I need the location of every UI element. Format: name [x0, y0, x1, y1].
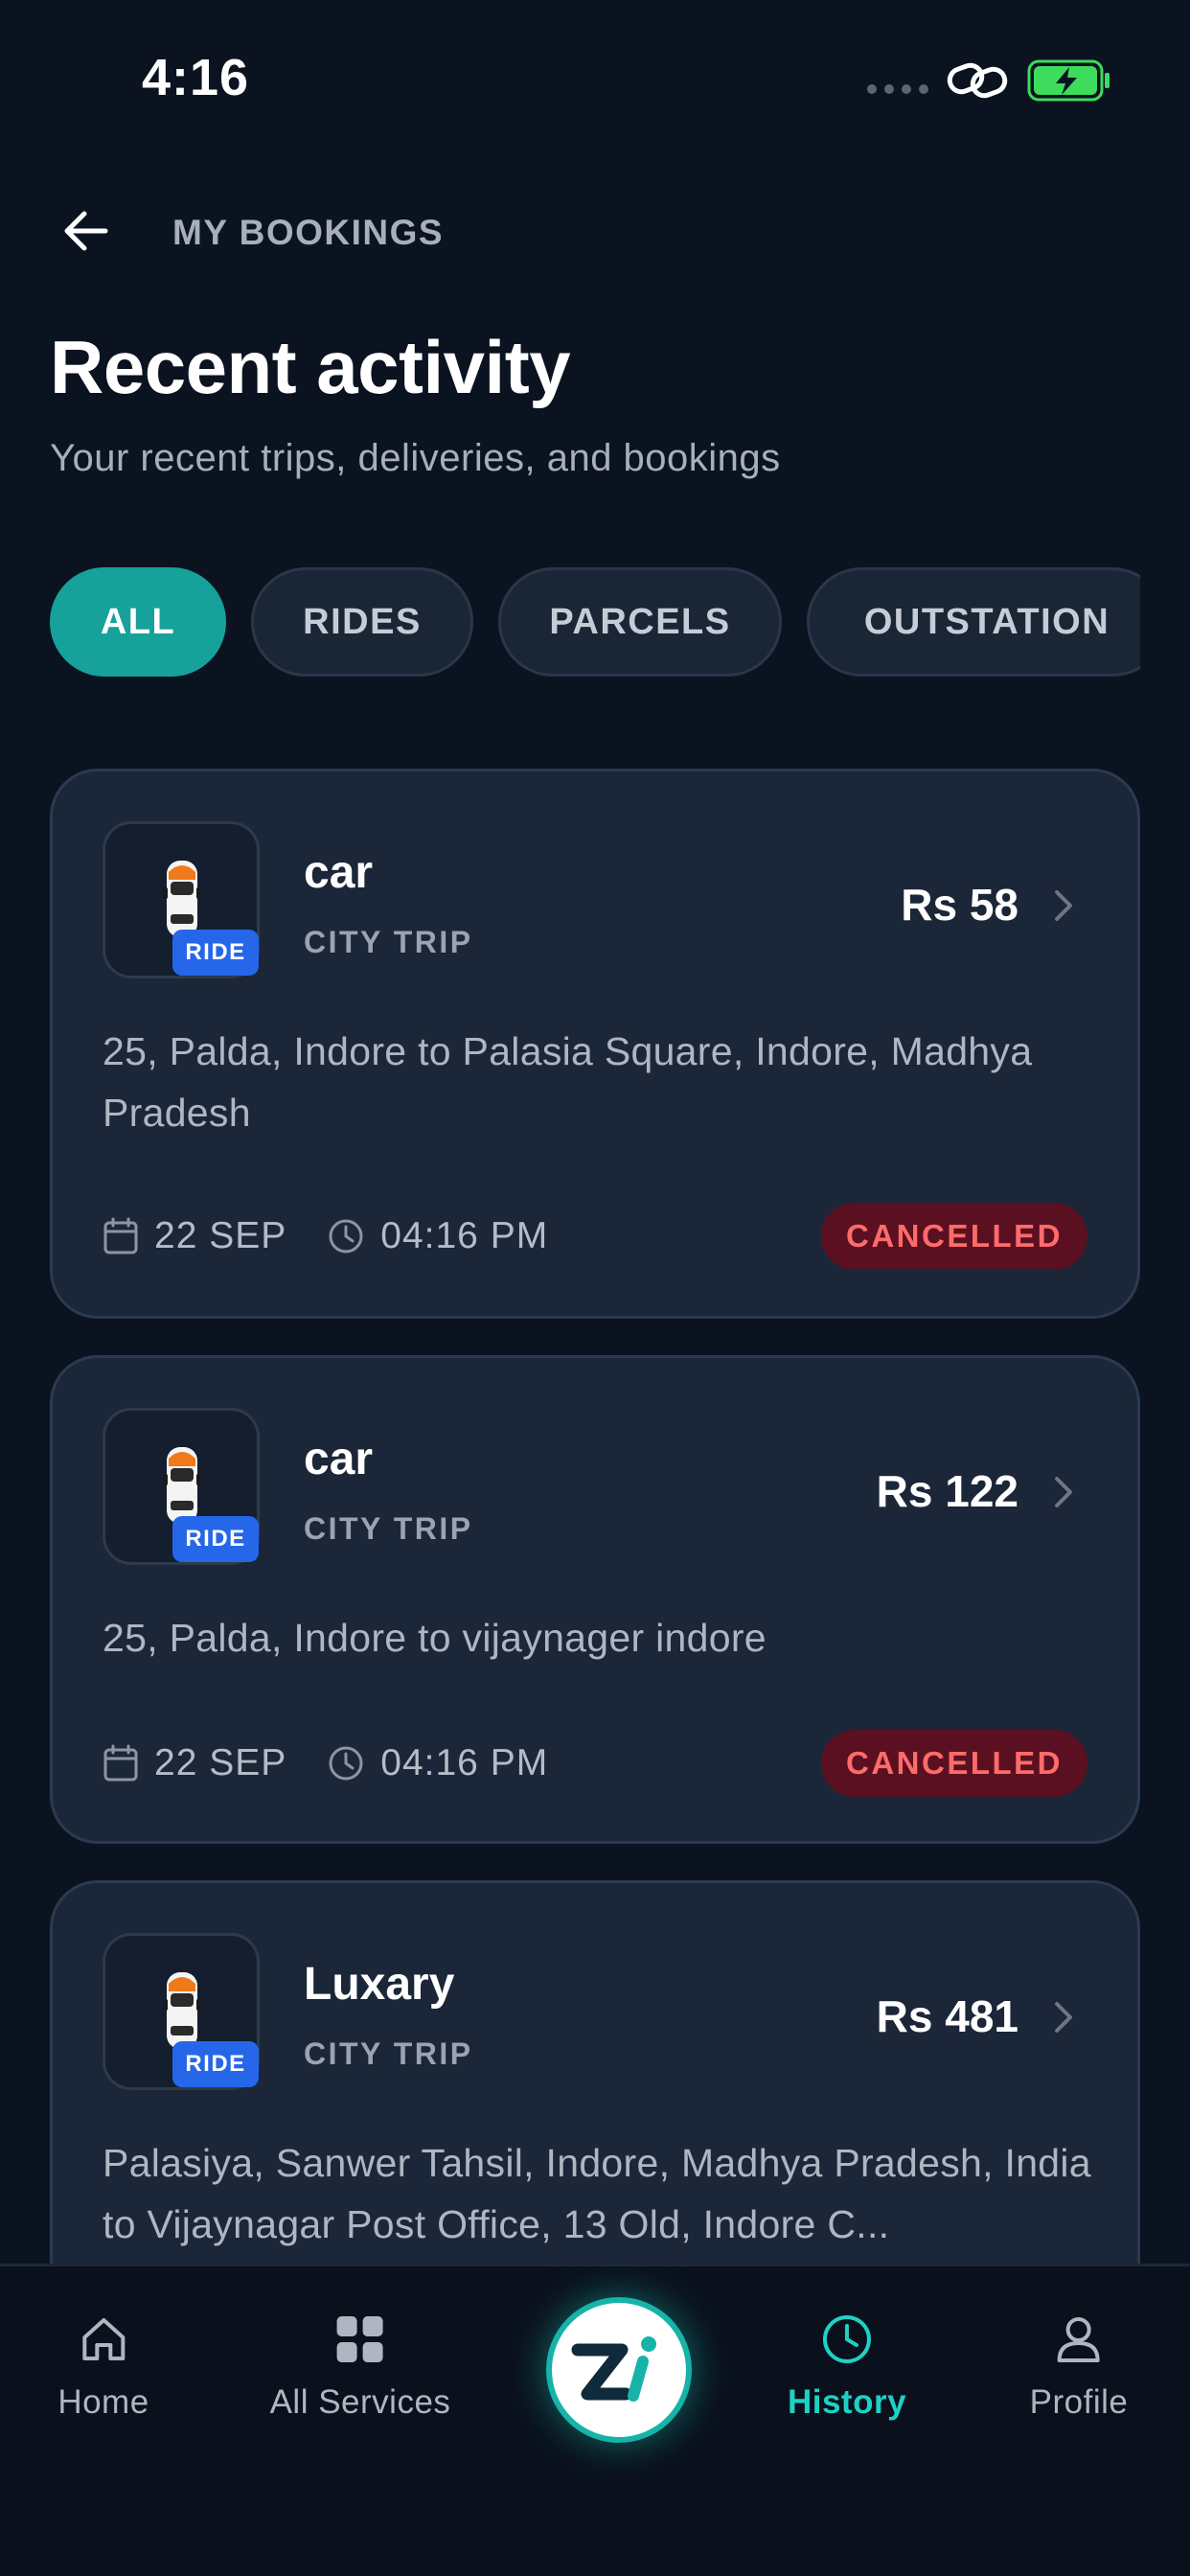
header-label: MY BOOKINGS: [172, 213, 445, 252]
status-badge: CANCELLED: [821, 1203, 1087, 1270]
page-subtitle: Your recent trips, deliveries, and booki…: [50, 437, 781, 479]
trip-type: CITY TRIP: [304, 925, 473, 959]
status-bar: 4:16: [0, 0, 1190, 144]
status-time: 4:16: [142, 49, 250, 106]
clock-icon: [329, 1219, 363, 1254]
signal-icon: [867, 84, 928, 94]
nav-history[interactable]: History: [788, 2312, 906, 2422]
booking-card[interactable]: RIDE car CITY TRIP Rs 122 25, Palda, Ind…: [50, 1355, 1140, 1844]
trip-date: 22 SEP: [154, 1742, 287, 1783]
filter-chip-outstation[interactable]: OUTSTATION: [807, 567, 1140, 677]
trip-time: 04:16 PM: [380, 1742, 549, 1783]
zi-logo: [571, 2336, 656, 2402]
bottom-nav: Home All Services History Profile: [0, 2264, 1190, 2576]
home-icon: [82, 2318, 125, 2360]
nav-label: Home: [57, 2383, 149, 2421]
trip-type: CITY TRIP: [304, 2036, 473, 2071]
vehicle-name: Luxary: [304, 1959, 455, 2010]
clock-icon: [329, 1746, 363, 1781]
ride-tag: RIDE: [172, 1516, 259, 1562]
nav-label: History: [787, 2383, 907, 2421]
fare-amount: Rs 58: [901, 880, 1018, 930]
filter-chips: ALL RIDES PARCELS OUTSTATION: [50, 567, 1140, 677]
clock-icon: [823, 2315, 871, 2363]
filter-chip-rides[interactable]: RIDES: [251, 567, 473, 677]
status-badge: CANCELLED: [821, 1730, 1087, 1797]
page-title: Recent activity: [50, 325, 571, 409]
ride-tag: RIDE: [172, 2041, 259, 2087]
arrow-left-icon: [64, 211, 108, 251]
ride-tag: RIDE: [172, 930, 259, 976]
nav-profile[interactable]: Profile: [1030, 2312, 1129, 2422]
car-icon: [163, 1972, 201, 2049]
chevron-right-icon: [1055, 2002, 1072, 2033]
nav-all-services[interactable]: All Services: [270, 2312, 451, 2422]
chevron-right-icon: [1055, 890, 1072, 921]
trip-address: 25, Palda, Indore to vijaynager indore: [103, 1616, 767, 1660]
vehicle-thumbnail: RIDE: [103, 1933, 260, 2090]
battery-icon: [1027, 59, 1110, 102]
calendar-icon: [103, 1744, 138, 1782]
trip-date: 22 SEP: [154, 1215, 287, 1256]
vehicle-thumbnail: RIDE: [103, 821, 260, 978]
vehicle-name: car: [304, 847, 374, 898]
booking-card[interactable]: RIDE car CITY TRIP Rs 58 25, Palda, Indo…: [50, 769, 1140, 1319]
trip-meta: 22 SEP 04:16 PM: [103, 1730, 548, 1797]
trip-address: Palasiya, Sanwer Tahsil, Indore, Madhya …: [103, 2141, 1091, 2246]
nav-home[interactable]: Home: [57, 2312, 149, 2422]
vehicle-thumbnail: RIDE: [103, 1408, 260, 1565]
link-icon: [947, 62, 1008, 99]
back-button[interactable]: [56, 201, 115, 261]
calendar-icon: [103, 1217, 138, 1254]
grid-icon: [336, 2316, 383, 2362]
car-icon: [163, 861, 201, 937]
trip-time: 04:16 PM: [380, 1215, 549, 1256]
filter-chip-parcels[interactable]: PARCELS: [498, 567, 782, 677]
user-icon: [1058, 2317, 1100, 2362]
car-icon: [163, 1447, 201, 1524]
nav-label: Profile: [1029, 2383, 1129, 2421]
trip-address: 25, Palda, Indore to Palasia Square, Ind…: [103, 1029, 1033, 1135]
filter-chip-all[interactable]: ALL: [50, 567, 226, 677]
nav-label: All Services: [269, 2383, 451, 2421]
chevron-right-icon: [1055, 1477, 1072, 1507]
fare-amount: Rs 481: [876, 1991, 1018, 2041]
trip-meta: 22 SEP 04:16 PM: [103, 1203, 548, 1270]
zi-home-button[interactable]: [546, 2297, 692, 2443]
fare-amount: Rs 122: [876, 1466, 1018, 1516]
vehicle-name: car: [304, 1434, 374, 1484]
trip-type: CITY TRIP: [304, 1511, 473, 1546]
